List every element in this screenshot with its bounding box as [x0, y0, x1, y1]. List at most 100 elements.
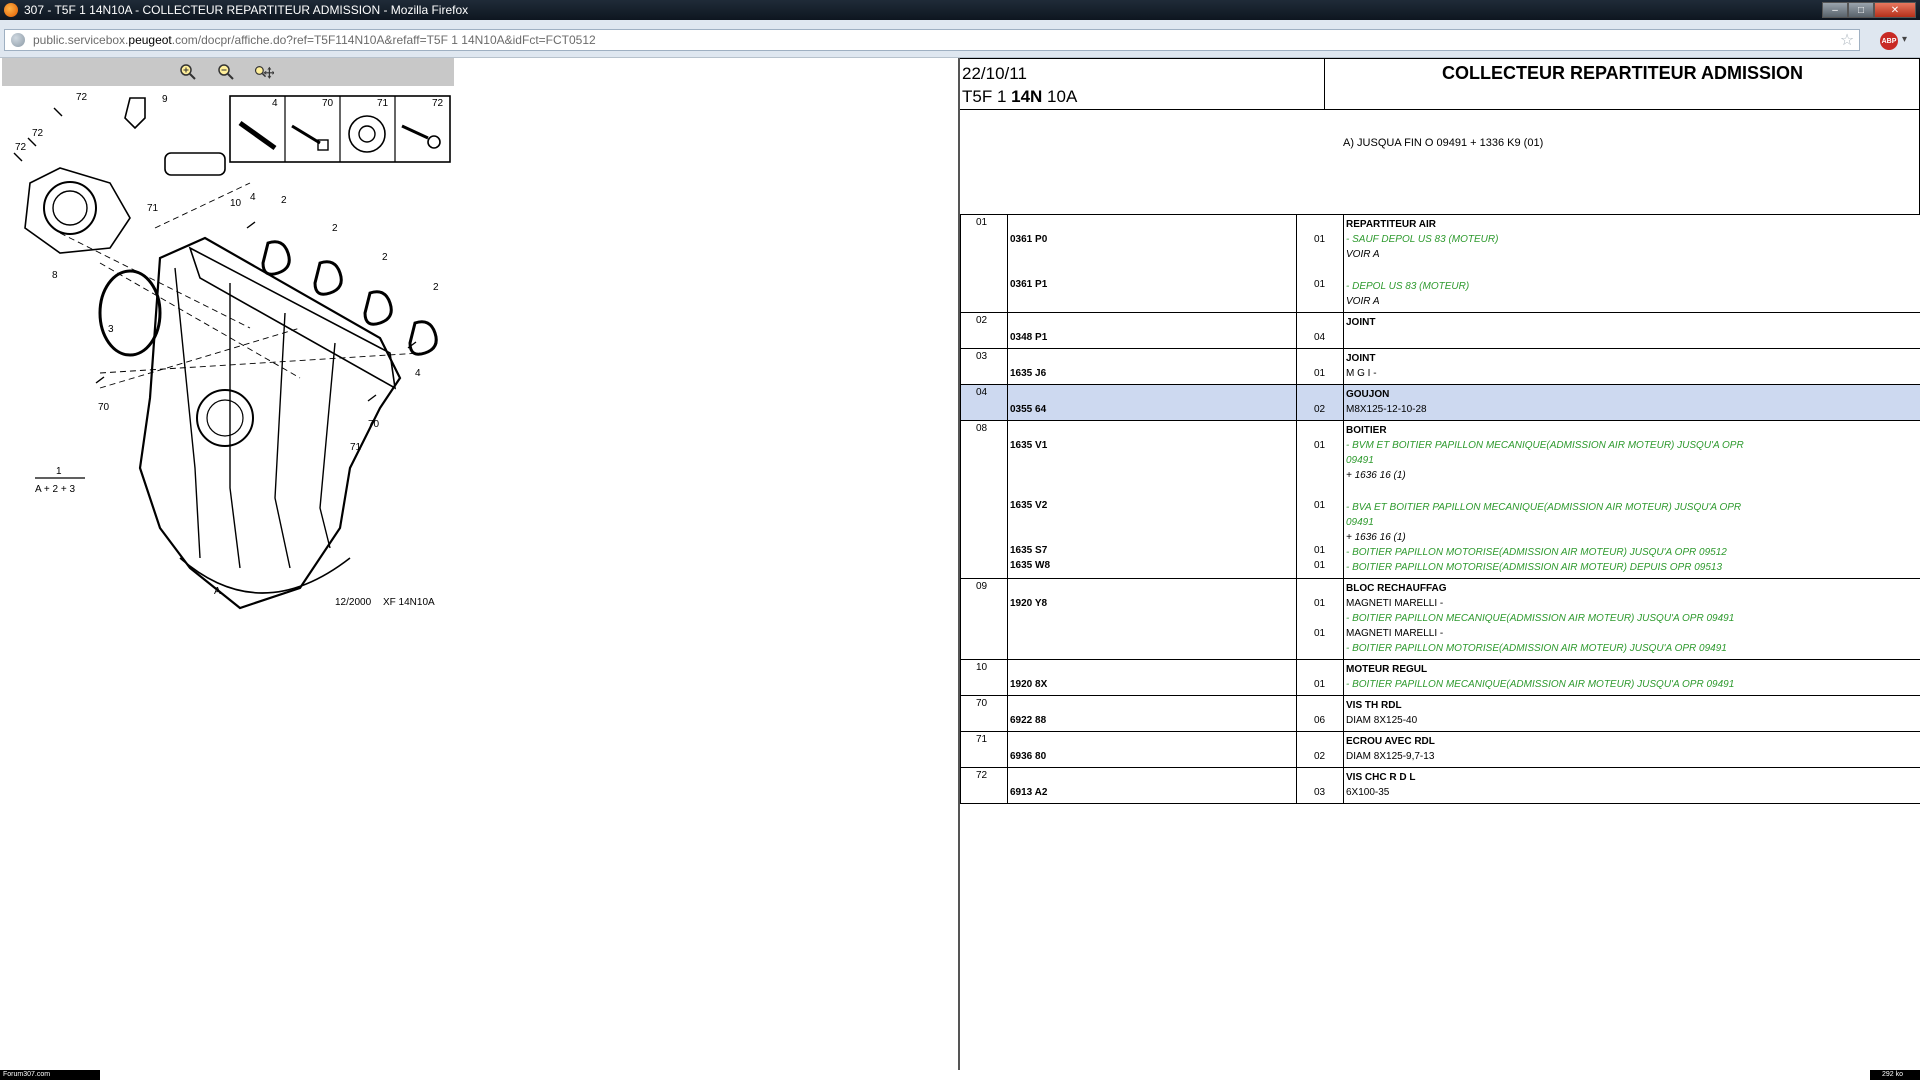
part-reference[interactable]: 0361 P0: [1008, 232, 1296, 247]
pan-icon[interactable]: [254, 62, 274, 82]
site-identity-icon[interactable]: [11, 33, 25, 47]
callout-2: 2: [382, 252, 388, 263]
part-reference[interactable]: [1008, 662, 1296, 677]
part-description: VOIR A: [1346, 249, 1380, 260]
part-reference[interactable]: 0361 P1: [1008, 277, 1296, 292]
part-reference[interactable]: 1920 8X: [1008, 677, 1296, 692]
part-quantity: [1297, 641, 1343, 656]
zoom-in-icon[interactable]: [178, 62, 198, 82]
part-description: [1344, 330, 1920, 345]
status-bar: Forum307.com 292 ko: [0, 1070, 1920, 1080]
part-reference[interactable]: [1008, 247, 1296, 262]
part-quantity: [1297, 698, 1343, 713]
document-title: COLLECTEUR REPARTITEUR ADMISSION: [1441, 63, 1803, 83]
part-reference[interactable]: [1008, 468, 1296, 483]
legend-4: 4: [272, 98, 278, 109]
parts-table-row[interactable]: 04 0355 64 02 GOUJON M8X125-12-10-28: [960, 384, 1920, 421]
part-reference[interactable]: [1008, 626, 1296, 641]
part-reference[interactable]: 6936 80: [1008, 749, 1296, 764]
adblock-icon[interactable]: ABP: [1880, 32, 1898, 50]
part-description: 09491: [1346, 517, 1374, 528]
part-reference[interactable]: [1008, 698, 1296, 713]
part-reference[interactable]: 6922 88: [1008, 713, 1296, 728]
part-quantity: [1297, 351, 1343, 366]
part-reference[interactable]: [1008, 611, 1296, 626]
part-reference[interactable]: 0355 64: [1008, 402, 1296, 417]
callout-70: 70: [368, 419, 380, 430]
part-reference[interactable]: [1008, 351, 1296, 366]
formula-bottom: A + 2 + 3: [35, 484, 75, 495]
minimize-button[interactable]: –: [1822, 2, 1848, 18]
part-quantity-cell: 03: [1296, 767, 1344, 804]
part-reference[interactable]: 1635 V1: [1008, 438, 1296, 453]
parts-table-row[interactable]: 09 1920 Y8 01 01 BLOC RECHAUFFAG MAGNETI MARE…: [960, 578, 1920, 660]
part-quantity-cell: 01: [1296, 348, 1344, 385]
part-reference-cell: 6936 80: [1007, 731, 1297, 768]
parts-table-row[interactable]: 02 0348 P1 04 JOINT: [960, 312, 1920, 349]
zoom-out-icon[interactable]: [216, 62, 236, 82]
navigation-bar: public.servicebox.peugeot.com/docpr/affi…: [0, 20, 1920, 58]
callout-9: 9: [162, 94, 168, 105]
part-reference[interactable]: [1008, 217, 1296, 232]
part-reference[interactable]: 1635 V2: [1008, 498, 1296, 513]
part-reference[interactable]: [1008, 423, 1296, 438]
parts-table-row[interactable]: 72 6913 A2 03 VIS CHC R D L 6X100-35: [960, 767, 1920, 804]
part-quantity: 01: [1314, 440, 1326, 451]
part-quantity-cell: 01: [1296, 659, 1344, 696]
part-reference[interactable]: 6913 A2: [1008, 785, 1296, 800]
part-quantity: [1297, 468, 1343, 483]
part-reference[interactable]: 1920 Y8: [1008, 596, 1296, 611]
part-description: 09491: [1346, 455, 1374, 466]
part-reference[interactable]: [1008, 453, 1296, 468]
part-quantity: 03: [1314, 787, 1326, 798]
part-quantity: [1297, 262, 1343, 277]
part-reference[interactable]: [1008, 581, 1296, 596]
part-description-cell: ECROU AVEC RDL DIAM 8X125-9,7-13: [1343, 731, 1920, 768]
part-reference[interactable]: 0348 P1: [1008, 330, 1296, 345]
part-reference[interactable]: 1635 S7: [1008, 543, 1296, 558]
part-description: M G I -: [1346, 368, 1377, 379]
close-button[interactable]: ✕: [1874, 2, 1916, 18]
part-description: GOUJON: [1346, 389, 1390, 400]
part-reference[interactable]: 1635 J6: [1008, 366, 1296, 381]
maximize-button[interactable]: □: [1848, 2, 1874, 18]
part-reference[interactable]: [1008, 483, 1296, 498]
url-field[interactable]: public.servicebox.peugeot.com/docpr/affi…: [4, 29, 1860, 51]
part-number-cell: 02: [960, 312, 1008, 349]
manifold-runner: [174, 267, 201, 559]
part-quantity: 04: [1314, 332, 1326, 343]
bookmark-star-icon[interactable]: ☆: [1835, 30, 1859, 50]
part-number-cell: 08: [960, 420, 1008, 579]
part-description: - BVA ET BOITIER PAPILLON MECANIQUE(ADMI…: [1346, 502, 1742, 513]
parts-table-row[interactable]: 03 1635 J6 01 JOINT M G I -: [960, 348, 1920, 385]
part-reference[interactable]: [1008, 262, 1296, 277]
manifold-body: [138, 236, 402, 610]
part-quantity-cell: 02: [1296, 384, 1344, 421]
part-reference[interactable]: [1008, 387, 1296, 402]
adblock-menu-arrow-icon[interactable]: ▾: [1902, 34, 1907, 45]
part-reference[interactable]: [1008, 513, 1296, 528]
part-quantity-cell: 01 01: [1296, 214, 1344, 313]
parts-table-row[interactable]: 10 1920 8X 01 MOTEUR REGUL - BOITIER PAPILLO…: [960, 659, 1920, 696]
part-reference[interactable]: 1635 W8: [1008, 558, 1296, 573]
part-reference[interactable]: [1008, 734, 1296, 749]
part-reference[interactable]: [1008, 315, 1296, 330]
part-description: ECROU AVEC RDL: [1346, 736, 1435, 747]
part-reference-cell: 6922 88: [1007, 695, 1297, 732]
part-quantity: [1297, 734, 1343, 749]
part-number-cell: 03: [960, 348, 1008, 385]
part-description-cell: GOUJON M8X125-12-10-28: [1343, 384, 1920, 421]
parts-table-row[interactable]: 01 0361 P0 0361 P1 01 01 REPARTITEUR AIR - SAU…: [960, 214, 1920, 313]
parts-table-row[interactable]: 08 1635 V1 1635 V2 1635 S7 1635 W8 01 01 01 01 BO…: [960, 420, 1920, 579]
part-reference[interactable]: [1008, 528, 1296, 543]
parts-table-row[interactable]: 70 6922 88 06 VIS TH RDL DIAM 8X125-40: [960, 695, 1920, 732]
part-description: - BVM ET BOITIER PAPILLON MECANIQUE(ADMI…: [1346, 440, 1744, 451]
part-reference[interactable]: [1008, 292, 1296, 307]
part-reference[interactable]: [1008, 641, 1296, 656]
part-reference[interactable]: [1008, 770, 1296, 785]
parts-table-row[interactable]: 71 6936 80 02 ECROU AVEC RDL DIAM 8X125-9,7-…: [960, 731, 1920, 768]
applicability-condition: A) JUSQUA FIN O 09491 + 1336 K9 (01): [1343, 137, 1544, 149]
part-quantity: 02: [1314, 751, 1326, 762]
part-description: VOIR A: [1346, 296, 1380, 307]
url-text[interactable]: public.servicebox.peugeot.com/docpr/affi…: [33, 33, 1835, 47]
